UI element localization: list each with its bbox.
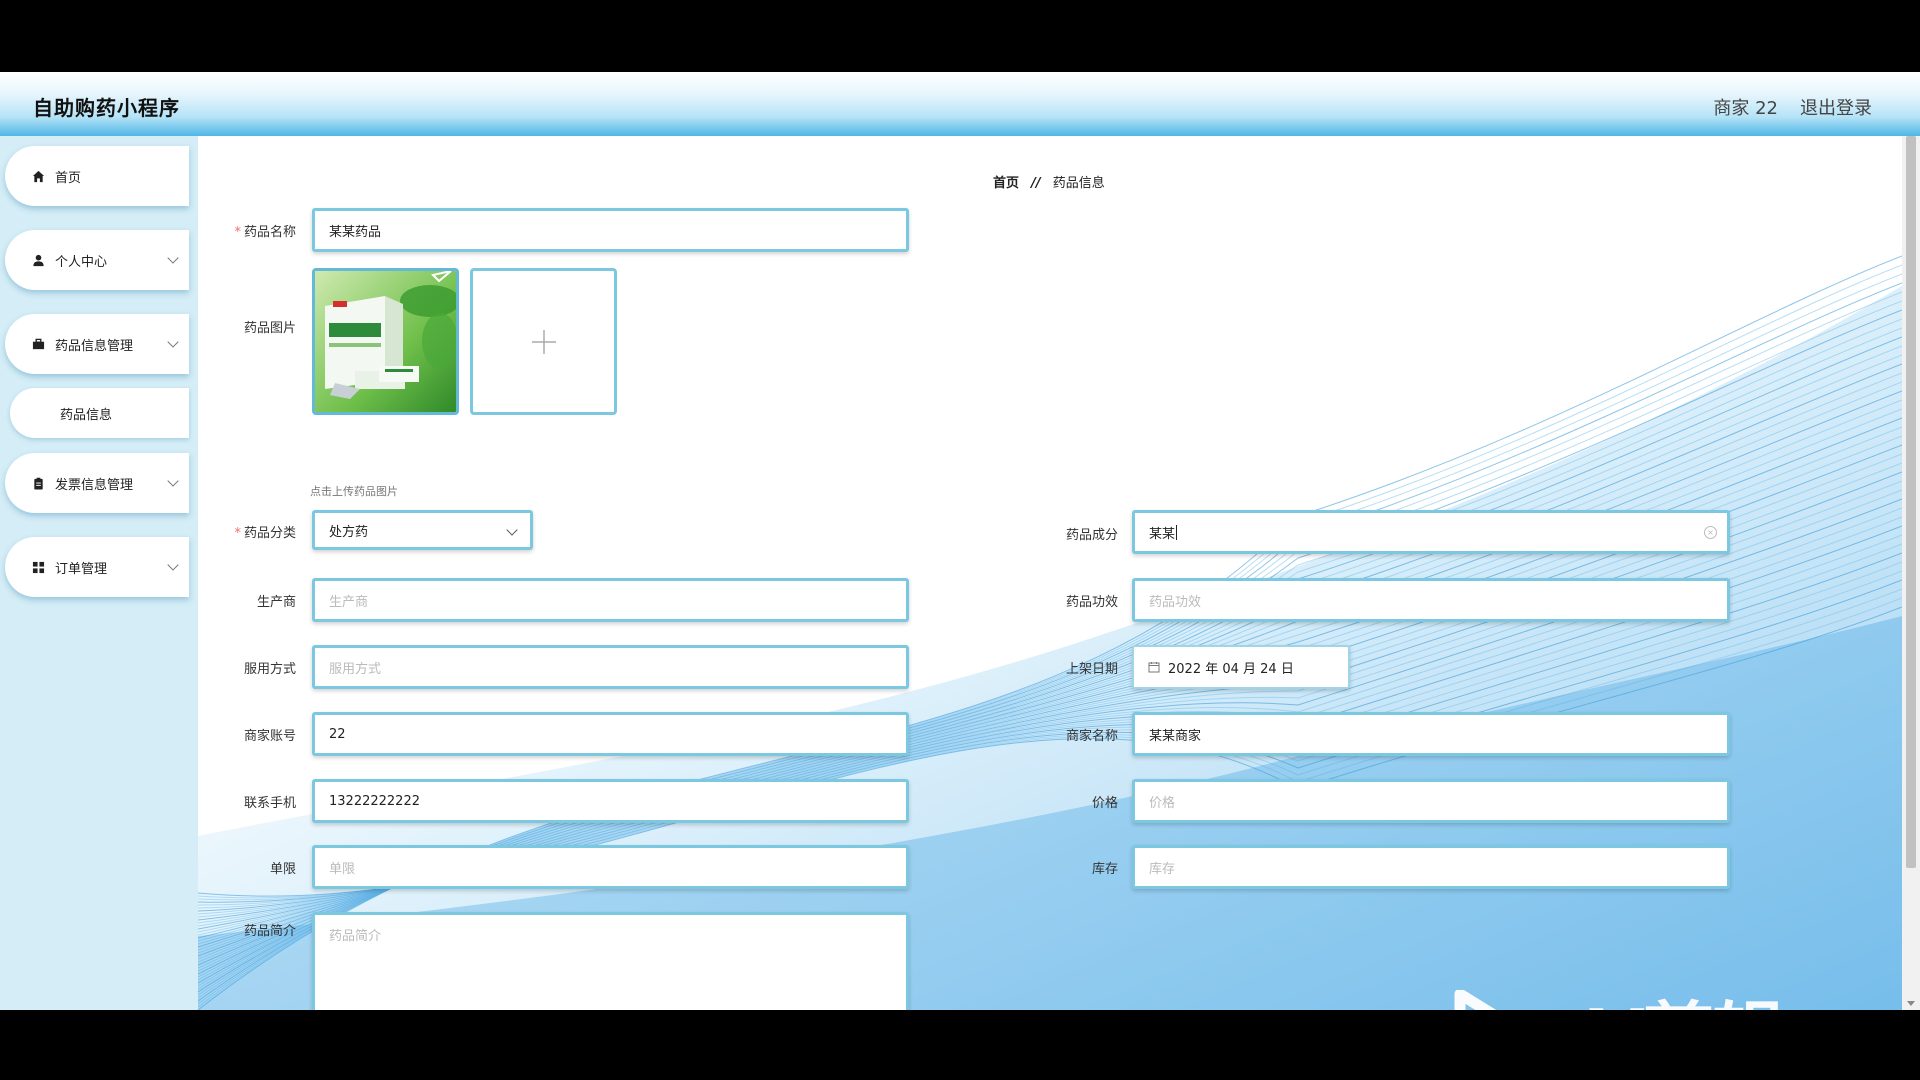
price-input[interactable]: 价格 [1132,779,1730,823]
sidebar-item-label: 首页 [55,170,82,186]
medicine-image-thumbnail[interactable] [312,268,459,415]
date-label: 上架日期 [1065,662,1118,677]
logout-button[interactable]: 退出登录 [1800,94,1872,120]
medicine-name-field[interactable]: 某某药品 [312,208,909,252]
chevron-down-icon [506,524,518,536]
sidebar-item-label: 发票信息管理 [55,477,134,493]
limit-input[interactable]: 单限 [312,845,909,889]
calendar-icon [1148,662,1160,673]
chevron-down-icon [167,252,179,264]
manufacturer-input[interactable]: 生产商 [312,578,909,622]
main-content: 首页 // 药品信息 * 药品名称 某某药品 药品图片 点击上传药品图片 * 药… [198,136,1902,1010]
category-label: * 药品分类 [234,526,296,541]
intro-label: 药品简介 [243,924,296,939]
current-user: 商家 22 [1713,98,1778,119]
ingredient-input[interactable]: 某某 × [1132,510,1730,554]
name-label: * 药品名称 [234,225,296,240]
image-label: 药品图片 [243,321,296,336]
usage-label: 服用方式 [243,662,296,677]
efficacy-input[interactable]: 药品功效 [1132,578,1730,622]
upload-image-button[interactable] [470,268,617,415]
chevron-down-icon [167,559,179,571]
intro-textarea[interactable]: 药品简介 [312,912,909,1010]
chevron-down-icon [167,475,179,487]
merchant-account-label: 商家账号 [243,729,296,744]
watermark: eV剪辑 [1452,977,1785,1010]
play-icon [1454,989,1498,1010]
sidebar-item-home[interactable]: 首页 [5,146,189,206]
merchant-name-input[interactable]: 某某商家 [1132,712,1730,756]
grid-icon [31,560,45,574]
sidebar-subitem-medicine-info[interactable]: 药品信息 [10,388,189,438]
merchant-account-input[interactable]: 22 [312,712,909,756]
text-cursor [1176,524,1178,540]
briefcase-icon [31,337,45,351]
breadcrumb-current: 药品信息 [1052,176,1105,191]
chevron-down-icon [167,336,179,348]
ingredient-label: 药品成分 [1065,528,1118,543]
app-title: 自助购药小程序 [33,96,180,120]
manufacturer-label: 生产商 [256,595,296,610]
usage-input[interactable]: 服用方式 [312,645,909,689]
efficacy-label: 药品功效 [1065,595,1118,610]
clipboard-icon [31,476,45,490]
stock-input[interactable]: 库存 [1132,845,1730,889]
sidebar-item-label: 药品信息管理 [55,338,134,354]
sidebar-item-label: 个人中心 [55,254,108,270]
watermark-text: eV剪辑 [1542,977,1785,1010]
price-label: 价格 [1091,796,1118,811]
merchant-name-label: 商家名称 [1065,729,1118,744]
screen: 自助购药小程序 商家 22 退出登录 首页 个人中心 药品信息管理 药品信息 发… [0,0,1920,1080]
scroll-thumb[interactable] [1906,136,1916,868]
breadcrumb-home[interactable]: 首页 [993,176,1019,191]
top-header: 自助购药小程序 商家 22 退出登录 [0,72,1920,136]
breadcrumb: 首页 // 药品信息 [993,172,1105,191]
sidebar-item-order-management[interactable]: 订单管理 [5,537,189,597]
sidebar-item-medicine-management[interactable]: 药品信息管理 [5,314,189,374]
vertical-scrollbar[interactable] [1902,136,1920,1010]
breadcrumb-separator: // [1031,176,1041,191]
sidebar-item-label: 订单管理 [55,561,108,577]
category-select[interactable]: 处方药 [312,510,533,550]
phone-input[interactable]: 13222222222 [312,779,909,823]
home-icon [31,169,45,183]
sidebar-item-profile[interactable]: 个人中心 [5,230,189,290]
scroll-down-arrow-icon[interactable] [1907,1001,1915,1006]
phone-label: 联系手机 [243,796,296,811]
upload-tip: 点击上传药品图片 [310,485,398,498]
user-icon [31,253,45,267]
limit-label: 单限 [269,862,296,877]
clear-icon[interactable]: × [1704,526,1717,539]
sidebar: 首页 个人中心 药品信息管理 药品信息 发票信息管理 订单管理 [0,136,198,1010]
stock-label: 库存 [1091,862,1118,877]
medicine-box-image [315,271,456,412]
date-picker[interactable]: 2022 年 04 月 24 日 [1132,645,1350,689]
sidebar-item-invoice-management[interactable]: 发票信息管理 [5,453,189,513]
app-window: 自助购药小程序 商家 22 退出登录 首页 个人中心 药品信息管理 药品信息 发… [0,72,1920,1010]
plus-icon [532,330,556,354]
